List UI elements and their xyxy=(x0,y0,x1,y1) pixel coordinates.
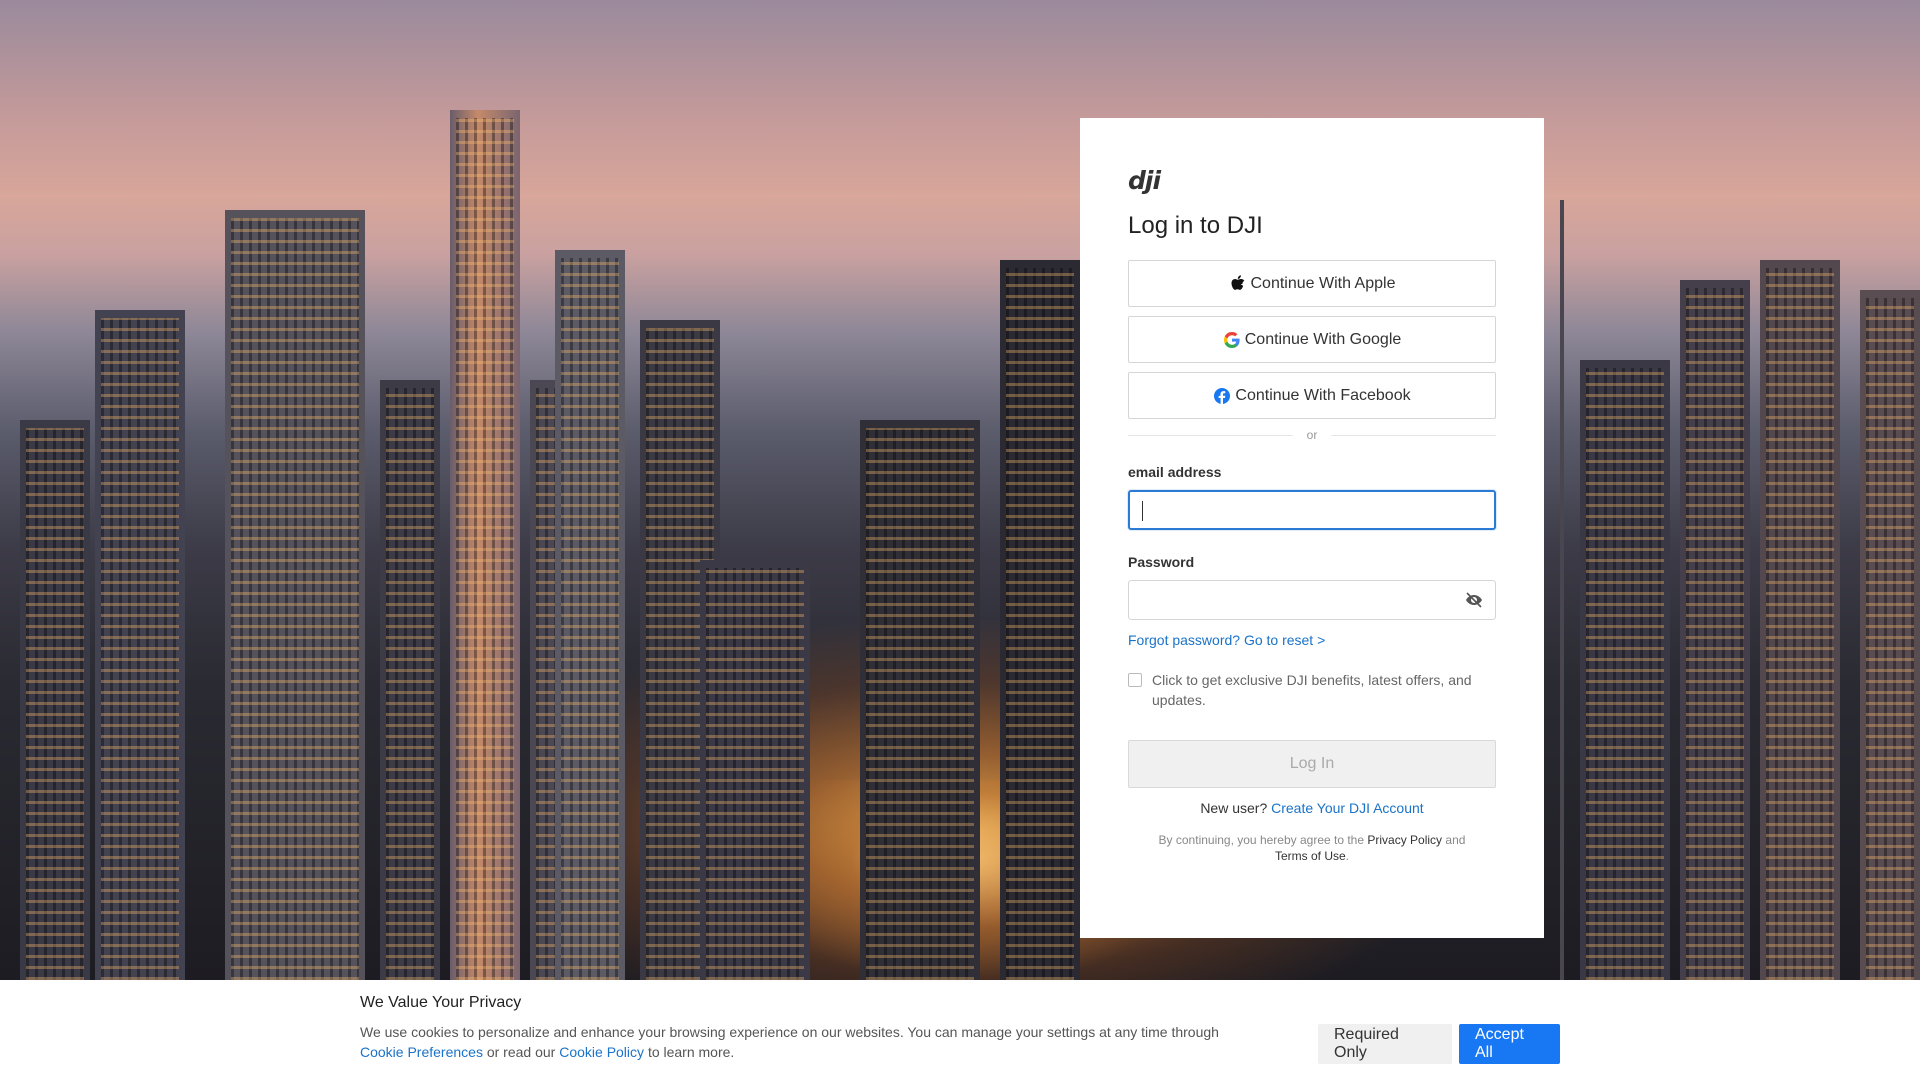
city-background-image xyxy=(0,0,1920,980)
new-user-text: New user? xyxy=(1200,800,1268,816)
cookie-title: We Value Your Privacy xyxy=(360,994,522,1011)
sso-facebook-label: Continue With Facebook xyxy=(1235,386,1411,404)
cookie-text-start: We use cookies to personalize and enhanc… xyxy=(360,1024,1219,1040)
cookie-preferences-link[interactable]: Cookie Preferences xyxy=(360,1044,483,1060)
consent-text: Click to get exclusive DJI benefits, lat… xyxy=(1152,672,1472,708)
email-field[interactable] xyxy=(1130,492,1494,528)
password-field-wrapper xyxy=(1128,580,1496,620)
divider-text: or xyxy=(1306,428,1318,442)
eye-off-icon[interactable] xyxy=(1465,591,1483,609)
password-field[interactable] xyxy=(1129,581,1495,619)
cookie-policy-link[interactable]: Cookie Policy xyxy=(559,1044,644,1060)
legal-prefix: By continuing, you hereby agree to the xyxy=(1158,833,1365,847)
terms-of-use-link[interactable]: Terms of Use xyxy=(1275,849,1346,863)
cookie-banner: We Value Your Privacy We use cookies to … xyxy=(0,980,1920,1080)
legal-and: and xyxy=(1445,833,1466,847)
consent-checkbox[interactable] xyxy=(1128,673,1142,687)
email-field-wrapper xyxy=(1128,490,1496,530)
google-icon xyxy=(1223,331,1241,349)
continue-with-apple-button[interactable]: Continue With Apple xyxy=(1128,260,1496,307)
login-button[interactable]: Log In xyxy=(1128,740,1496,788)
password-label: Password xyxy=(1128,554,1195,570)
login-card: dji Log in to DJI Continue With Apple Co… xyxy=(1080,118,1544,938)
accept-all-button[interactable]: Accept All xyxy=(1459,1024,1560,1064)
required-only-button[interactable]: Required Only xyxy=(1318,1024,1452,1064)
cookie-text-middle: or read our xyxy=(486,1044,556,1060)
cookie-text-end: to learn more. xyxy=(647,1044,735,1060)
apple-icon xyxy=(1229,275,1247,293)
legal-notice: By continuing, you hereby agree to the P… xyxy=(1128,832,1496,864)
new-user-row: New user? Create Your DJI Account xyxy=(1128,800,1496,816)
email-label: email address xyxy=(1128,464,1222,480)
dji-logo[interactable]: dji xyxy=(1128,166,1496,196)
facebook-icon xyxy=(1213,387,1231,405)
continue-with-facebook-button[interactable]: Continue With Facebook xyxy=(1128,372,1496,419)
consent-row: Click to get exclusive DJI benefits, lat… xyxy=(1128,670,1496,710)
sso-apple-label: Continue With Apple xyxy=(1250,274,1396,292)
sso-google-label: Continue With Google xyxy=(1244,330,1402,348)
or-divider: or xyxy=(1128,428,1497,442)
page-title: Log in to DJI xyxy=(1128,212,1263,239)
continue-with-google-button[interactable]: Continue With Google xyxy=(1128,316,1496,363)
legal-suffix: . xyxy=(1345,849,1350,863)
forgot-password-link[interactable]: Forgot password? Go to reset > xyxy=(1128,632,1496,648)
text-caret xyxy=(1142,501,1143,521)
privacy-policy-link[interactable]: Privacy Policy xyxy=(1367,833,1442,847)
cookie-text: We use cookies to personalize and enhanc… xyxy=(360,1022,1260,1062)
create-account-link[interactable]: Create Your DJI Account xyxy=(1271,800,1424,816)
